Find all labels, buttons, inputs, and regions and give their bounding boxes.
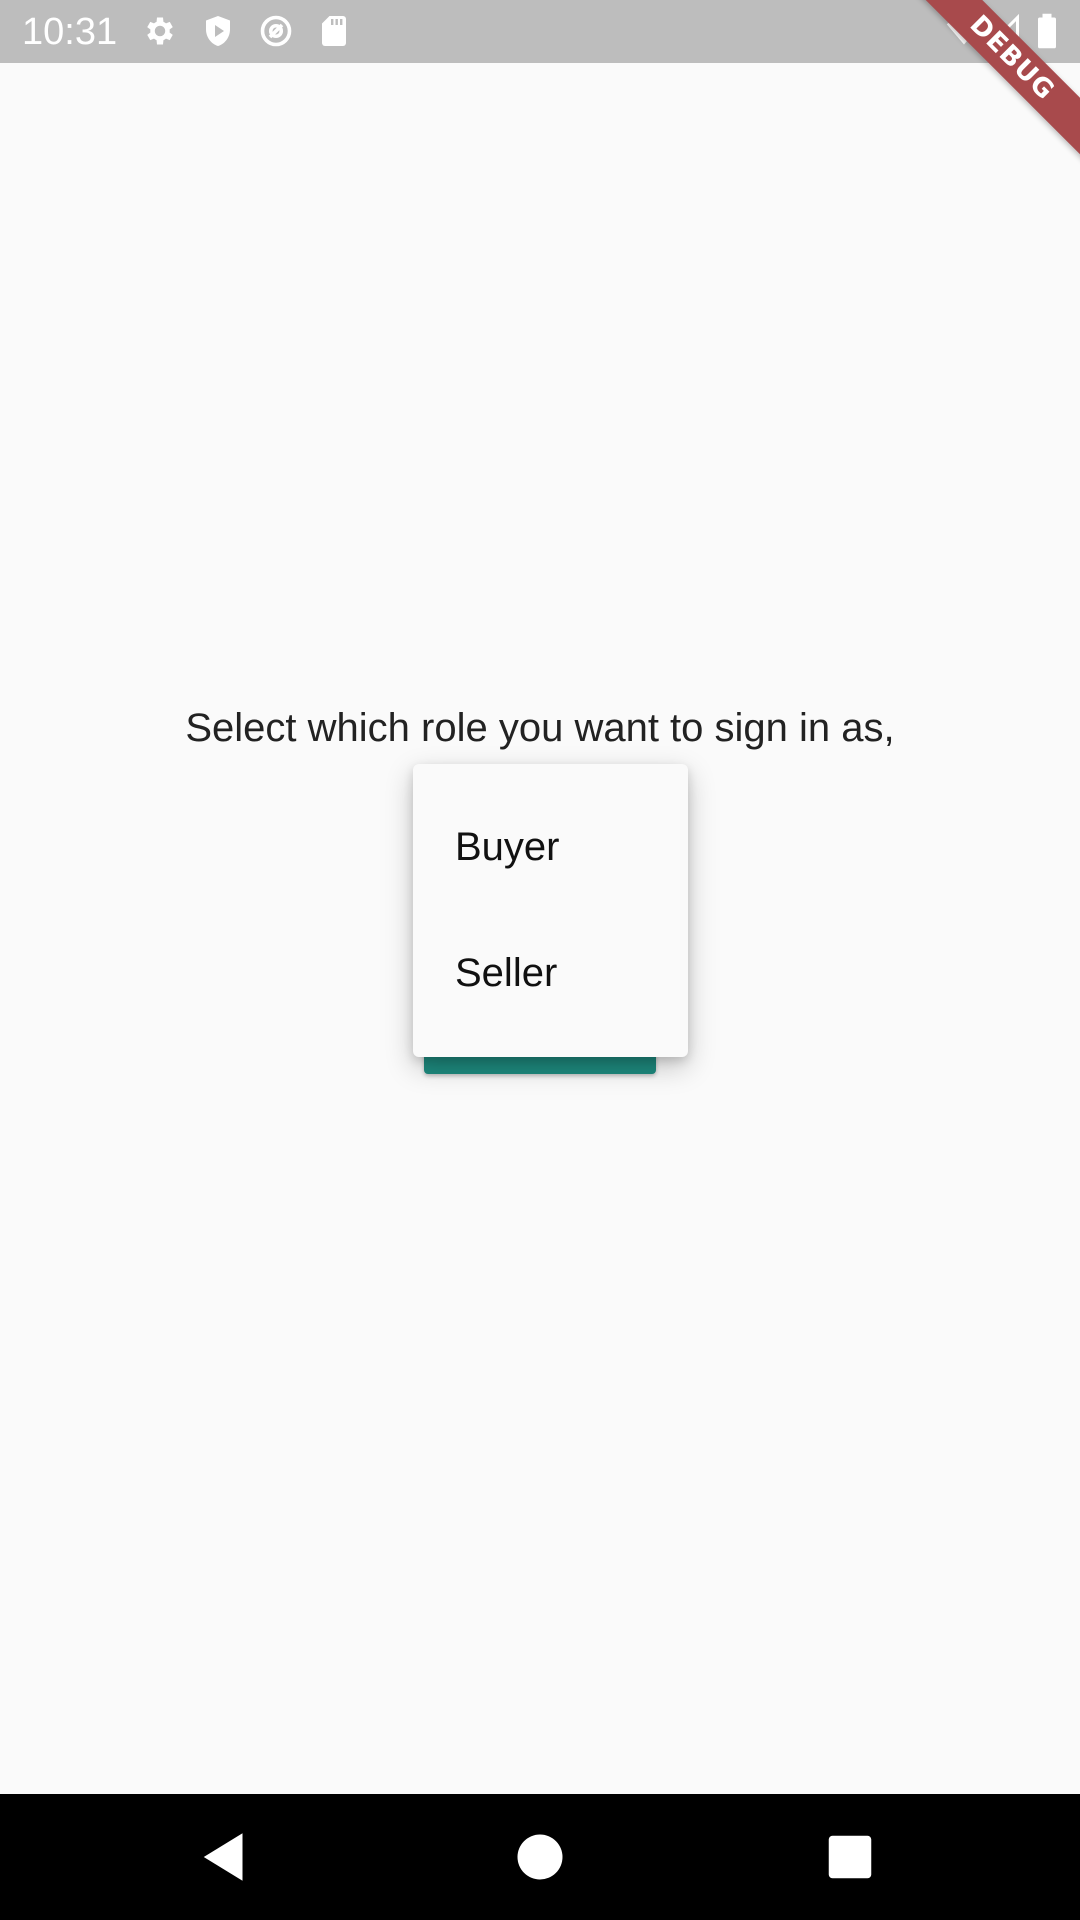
menu-item-seller[interactable]: Seller [413, 910, 688, 1036]
at-sign-icon [258, 13, 294, 49]
status-bar: 10:31 [0, 0, 1080, 63]
navigation-bar [0, 1794, 1080, 1920]
home-icon[interactable] [510, 1827, 570, 1887]
back-icon[interactable] [195, 1827, 255, 1887]
shield-play-icon [200, 13, 236, 49]
role-prompt-text: Select which role you want to sign in as… [185, 706, 895, 750]
gear-icon [142, 13, 178, 49]
sd-card-icon [316, 13, 352, 49]
menu-item-buyer[interactable]: Buyer [413, 784, 688, 910]
status-time: 10:31 [22, 11, 118, 53]
role-popup-menu: Buyer Seller [413, 764, 688, 1057]
recents-icon[interactable] [820, 1827, 880, 1887]
battery-icon [1032, 13, 1062, 49]
app-screen: 10:31 DEBUG Select which role you want t… [0, 0, 1080, 1920]
